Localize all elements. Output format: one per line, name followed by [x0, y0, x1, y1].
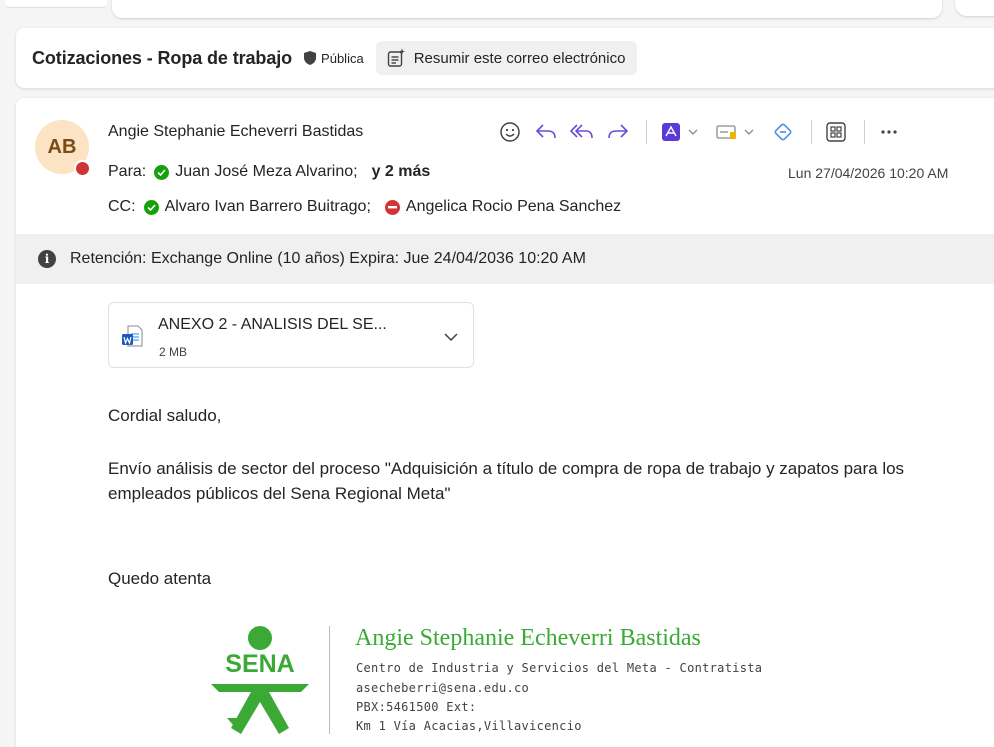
reply-all-icon[interactable] [568, 118, 596, 146]
message-card: AB Angie Stephanie Echeverri Bastidas Pa… [16, 98, 994, 747]
pdf-icon[interactable] [657, 118, 685, 146]
to-recipient[interactable]: Juan José Meza Alvarino; [175, 163, 357, 181]
cc-line: CC: Alvaro Ivan Barrero Buitrago; Angeli… [108, 198, 621, 216]
reply-icon[interactable] [532, 118, 560, 146]
summarize-label: Resumir este correo electrónico [413, 49, 626, 67]
do-not-disturb-icon [384, 199, 400, 215]
summarize-icon [386, 48, 406, 68]
cc-label: CC: [108, 198, 136, 215]
toolbar-divider [864, 120, 865, 144]
loop-icon[interactable] [769, 118, 797, 146]
subject-bar: Cotizaciones - Ropa de trabajo Pública R… [16, 28, 994, 88]
body-closing: Quedo atenta [108, 569, 212, 588]
apps-icon[interactable] [822, 118, 850, 146]
toolbar-divider [811, 120, 812, 144]
cc-recipient[interactable]: Alvaro Ivan Barrero Buitrago; [165, 198, 371, 216]
message-toolbar [496, 118, 911, 146]
forward-icon[interactable] [604, 118, 632, 146]
sender-name[interactable]: Angie Stephanie Echeverri Bastidas [108, 123, 363, 141]
shield-icon [304, 51, 317, 65]
body-greeting: Cordial saludo, [108, 406, 222, 425]
sena-logo: SENA [211, 626, 309, 734]
toolbar-divider [646, 120, 647, 144]
to-label: Para: [108, 163, 147, 180]
chevron-down-icon[interactable] [443, 329, 459, 345]
sena-logo-text: SENA [225, 650, 294, 678]
attachment-name: ANEXO 2 - ANALISIS DEL SE... [158, 316, 387, 333]
signature-address: Km 1 Vía Acacias,Villavicencio [356, 719, 582, 733]
tab-previous[interactable] [5, 0, 107, 8]
template-icon[interactable] [713, 118, 741, 146]
cc-recipient[interactable]: Angelica Rocio Pena Sanchez [406, 198, 621, 216]
sensitivity-label[interactable]: Pública [321, 51, 364, 66]
tab-extra[interactable] [955, 0, 994, 16]
signature-role: Centro de Industria y Servicios del Meta… [356, 661, 763, 675]
signature-name: Angie Stephanie Echeverri Bastidas [355, 625, 701, 651]
chevron-down-icon[interactable] [743, 118, 755, 146]
attachment-size: 2 MB [159, 345, 188, 359]
message-date: Lun 27/04/2026 10:20 AM [788, 165, 949, 181]
summarize-button[interactable]: Resumir este correo electrónico [375, 41, 638, 75]
available-status-icon [154, 164, 170, 180]
more-options-icon[interactable] [875, 118, 903, 146]
signature-divider [329, 626, 330, 734]
body-paragraph: Envío análisis de sector del proceso "Ad… [108, 459, 905, 503]
email-subject: Cotizaciones - Ropa de trabajo [32, 47, 293, 68]
attachment-card[interactable]: ANEXO 2 - ANALISIS DEL SE... 2 MB [108, 302, 474, 368]
more-recipients-link[interactable]: y 2 más [372, 163, 431, 181]
info-icon: i [38, 250, 56, 268]
retention-banner: i Retención: Exchange Online (10 años) E… [16, 234, 994, 284]
top-tabs [0, 0, 994, 20]
signature-email[interactable]: asecheberri@sena.edu.co [356, 681, 529, 695]
chevron-down-icon[interactable] [687, 118, 699, 146]
presence-busy-icon [74, 160, 91, 177]
emoji-icon[interactable] [496, 118, 524, 146]
tab-search[interactable] [112, 0, 942, 18]
signature-phone: PBX:5461500 Ext: [356, 700, 477, 714]
to-line: Para: Juan José Meza Alvarino; y 2 más [108, 163, 430, 181]
retention-text: Retención: Exchange Online (10 años) Exp… [70, 250, 586, 267]
available-status-icon [143, 199, 159, 215]
word-file-icon [121, 325, 143, 349]
